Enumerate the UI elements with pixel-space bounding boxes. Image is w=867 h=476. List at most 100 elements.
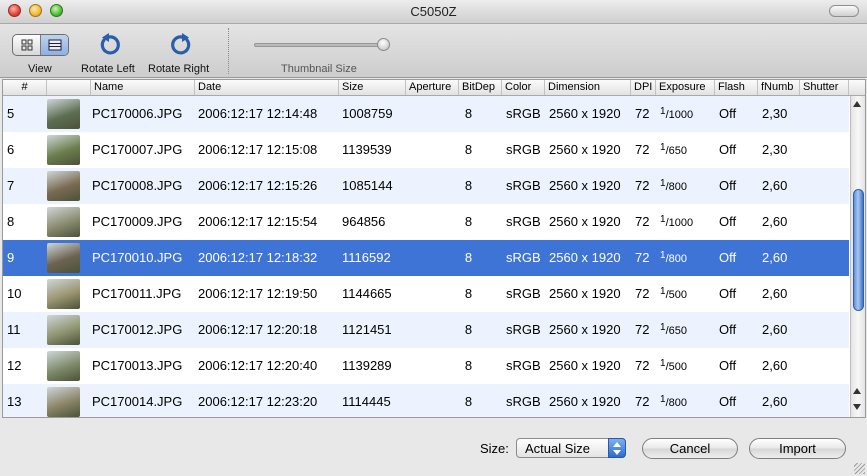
- size-label: Size:: [480, 441, 509, 456]
- toolbar-toggle-button[interactable]: [829, 5, 859, 17]
- table-row[interactable]: 11 PC170012.JPG 2006:12:17 12:20:18 1121…: [3, 312, 849, 348]
- view-label: View: [28, 63, 52, 75]
- column-header-color[interactable]: Color: [502, 80, 545, 95]
- table-row[interactable]: 8 PC170009.JPG 2006:12:17 12:15:54 96485…: [3, 204, 849, 240]
- dpi: 72: [635, 322, 650, 337]
- file-date: 2006:12:17 12:20:40: [198, 358, 318, 373]
- bit-depth: 8: [464, 286, 473, 301]
- dpi: 72: [635, 214, 650, 229]
- scrollbar-thumb[interactable]: [853, 189, 864, 311]
- file-date: 2006:12:17 12:18:32: [198, 250, 318, 265]
- bit-depth: 8: [464, 106, 473, 121]
- scroll-down-icon[interactable]: [853, 404, 861, 410]
- color-space: sRGB: [506, 358, 541, 373]
- import-button[interactable]: Import: [749, 438, 846, 459]
- column-header-dimension[interactable]: Dimension: [545, 80, 631, 95]
- file-size: 964856: [342, 214, 386, 229]
- window-title: C5050Z: [410, 4, 457, 19]
- exposure-denominator: 1000: [668, 109, 694, 121]
- column-header-date[interactable]: Date: [195, 80, 339, 95]
- exposure-numerator: 1: [660, 322, 666, 333]
- flash: Off: [719, 106, 737, 121]
- photo-thumbnail: [47, 171, 80, 201]
- popup-arrows-icon: [608, 438, 626, 458]
- f-number: 2,60: [762, 178, 788, 193]
- row-number: 13: [7, 394, 22, 409]
- table-row[interactable]: 7 PC170008.JPG 2006:12:17 12:15:26 10851…: [3, 168, 849, 204]
- exposure-denominator: 800: [668, 253, 687, 265]
- color-space: sRGB: [506, 250, 541, 265]
- table-row[interactable]: 10 PC170011.JPG 2006:12:17 12:19:50 1144…: [3, 276, 849, 312]
- exposure-numerator: 1: [660, 214, 666, 225]
- size-popup[interactable]: Actual Size: [516, 438, 626, 458]
- file-date: 2006:12:17 12:19:50: [198, 286, 318, 301]
- file-size: 1144665: [342, 286, 392, 301]
- thumbnail-size-label: Thumbnail Size: [281, 63, 357, 75]
- row-number: 10: [7, 286, 22, 301]
- dimension: 2560 x 1920: [549, 142, 621, 157]
- file-size: 1085144: [342, 178, 393, 193]
- table-row[interactable]: 5 PC170006.JPG 2006:12:17 12:14:48 10087…: [3, 96, 849, 132]
- resize-grip-icon[interactable]: [854, 463, 865, 474]
- exposure-denominator: 800: [668, 181, 687, 193]
- rotate-left-label: Rotate Left: [81, 63, 135, 75]
- exposure: 1/500: [660, 286, 687, 301]
- file-name: PC170008.JPG: [92, 178, 183, 193]
- bit-depth: 8: [464, 394, 473, 409]
- row-number: 12: [7, 358, 22, 373]
- thumbnail-size-slider-track[interactable]: [254, 43, 388, 47]
- table-row[interactable]: 6 PC170007.JPG 2006:12:17 12:15:08 11395…: [3, 132, 849, 168]
- f-number: 2,60: [762, 250, 788, 265]
- thumbnail-size-slider-knob[interactable]: [377, 38, 390, 51]
- row-number: 9: [7, 250, 15, 265]
- column-header-aperture[interactable]: Aperture: [406, 80, 459, 95]
- cancel-button[interactable]: Cancel: [642, 438, 738, 459]
- file-date: 2006:12:17 12:14:48: [198, 106, 318, 121]
- table-row[interactable]: 13 PC170014.JPG 2006:12:17 12:23:20 1114…: [3, 384, 849, 417]
- exposure: 1/650: [660, 142, 687, 157]
- file-size: 1008759: [342, 106, 393, 121]
- exposure-numerator: 1: [660, 394, 666, 405]
- file-date: 2006:12:17 12:15:08: [198, 142, 318, 157]
- column-header-number[interactable]: #: [3, 80, 47, 95]
- column-header-fnumber[interactable]: fNumb: [758, 80, 800, 95]
- exposure: 1/800: [660, 250, 687, 265]
- f-number: 2,60: [762, 214, 788, 229]
- table-row[interactable]: 9 PC170010.JPG 2006:12:17 12:18:32 11165…: [3, 240, 849, 276]
- photo-thumbnail: [47, 351, 80, 381]
- table-row[interactable]: 12 PC170013.JPG 2006:12:17 12:20:40 1139…: [3, 348, 849, 384]
- exposure-denominator: 650: [668, 145, 687, 157]
- vertical-scrollbar[interactable]: [850, 96, 865, 417]
- dimension: 2560 x 1920: [549, 214, 621, 229]
- file-name: PC170011.JPG: [92, 286, 182, 301]
- file-name: PC170013.JPG: [92, 358, 183, 373]
- column-header-flash[interactable]: Flash: [715, 80, 758, 95]
- file-date: 2006:12:17 12:23:20: [198, 394, 318, 409]
- rotate-left-icon[interactable]: [97, 33, 121, 57]
- exposure: 1/1000: [660, 106, 694, 121]
- scroll-up-arrow-bottom-icon[interactable]: [853, 388, 861, 394]
- column-header-name[interactable]: Name: [91, 80, 195, 95]
- column-header-exposure[interactable]: Exposure: [656, 80, 715, 95]
- column-header-size[interactable]: Size: [339, 80, 406, 95]
- icon-view-button[interactable]: [13, 35, 40, 55]
- flash: Off: [719, 214, 737, 229]
- dimension: 2560 x 1920: [549, 358, 621, 373]
- list-view-button[interactable]: [40, 35, 68, 55]
- dimension: 2560 x 1920: [549, 106, 621, 121]
- dimension: 2560 x 1920: [549, 250, 621, 265]
- column-header-thumbnail[interactable]: [47, 80, 91, 95]
- title-bar: C5050Z: [0, 0, 867, 24]
- grid-icon: [21, 39, 32, 51]
- bit-depth: 8: [464, 142, 473, 157]
- rotate-right-icon[interactable]: [170, 33, 194, 57]
- scroll-up-icon[interactable]: [853, 101, 861, 107]
- rotate-right-label: Rotate Right: [148, 63, 210, 75]
- column-header-shutter[interactable]: Shutter: [800, 80, 849, 95]
- dpi: 72: [635, 358, 650, 373]
- exposure-numerator: 1: [660, 142, 666, 153]
- column-header-bitdepth[interactable]: BitDep: [459, 80, 502, 95]
- column-header-dpi[interactable]: DPI: [631, 80, 656, 95]
- exposure: 1/800: [660, 394, 687, 409]
- photo-thumbnail: [47, 279, 80, 309]
